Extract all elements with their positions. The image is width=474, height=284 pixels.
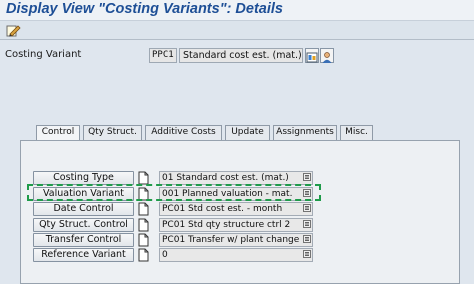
document-icon[interactable] bbox=[138, 171, 149, 185]
reference-variant-button[interactable]: Reference Variant bbox=[33, 248, 134, 262]
field-row-date-control: Date Control PC01 Std cost est. - month bbox=[21, 202, 461, 216]
dropdown-help-icon[interactable] bbox=[303, 189, 311, 197]
tab-update[interactable]: Update bbox=[225, 125, 270, 140]
field-row-qty-struct-control: Qty Struct. Control PC01 Std qty structu… bbox=[21, 218, 461, 232]
display-object-button[interactable] bbox=[305, 48, 319, 63]
tab-misc[interactable]: Misc. bbox=[340, 125, 373, 140]
display-icon bbox=[306, 52, 318, 63]
application-toolbar bbox=[0, 20, 474, 40]
reference-variant-value: 0 bbox=[162, 250, 168, 260]
transfer-control-button[interactable]: Transfer Control bbox=[33, 233, 134, 247]
title-bar: Display View "Costing Variants": Details bbox=[0, 0, 474, 20]
transfer-control-value: PC01 Transfer w/ plant change bbox=[162, 235, 300, 245]
costing-variant-row: Costing Variant PPC1 Standard cost est. … bbox=[0, 48, 474, 64]
display-change-icon[interactable] bbox=[6, 23, 21, 38]
field-row-reference-variant: Reference Variant 0 bbox=[21, 248, 461, 262]
date-control-field[interactable]: PC01 Std cost est. - month bbox=[159, 202, 313, 216]
tab-control[interactable]: Control bbox=[36, 125, 80, 141]
costing-type-field[interactable]: 01 Standard cost est. (mat.) bbox=[159, 171, 313, 185]
dropdown-help-icon[interactable] bbox=[303, 235, 311, 243]
qty-struct-control-field[interactable]: PC01 Std qty structure ctrl 2 bbox=[159, 218, 313, 232]
document-icon[interactable] bbox=[138, 248, 149, 262]
costing-type-value: 01 Standard cost est. (mat.) bbox=[162, 173, 289, 183]
valuation-variant-button[interactable]: Valuation Variant bbox=[33, 187, 134, 201]
valuation-variant-field[interactable]: 001 Planned valuation - mat. bbox=[159, 187, 313, 201]
field-row-costing-type: Costing Type 01 Standard cost est. (mat.… bbox=[21, 171, 461, 185]
user-info-button[interactable] bbox=[320, 48, 334, 63]
dropdown-help-icon[interactable] bbox=[303, 173, 311, 181]
dropdown-help-icon[interactable] bbox=[303, 220, 311, 228]
dropdown-help-icon[interactable] bbox=[303, 250, 311, 258]
costing-variant-description-field: Standard cost est. (mat.) bbox=[179, 48, 303, 63]
field-row-valuation-variant: Valuation Variant 001 Planned valuation … bbox=[21, 187, 461, 201]
qty-struct-control-button[interactable]: Qty Struct. Control bbox=[33, 218, 134, 232]
valuation-variant-value: 001 Planned valuation - mat. bbox=[162, 189, 293, 199]
document-icon[interactable] bbox=[138, 202, 149, 216]
qty-struct-control-value: PC01 Std qty structure ctrl 2 bbox=[162, 220, 291, 230]
date-control-button[interactable]: Date Control bbox=[33, 202, 134, 216]
document-icon[interactable] bbox=[138, 187, 149, 201]
tab-qty-struct[interactable]: Qty Struct. bbox=[83, 125, 142, 140]
costing-type-button[interactable]: Costing Type bbox=[33, 171, 134, 185]
reference-variant-field[interactable]: 0 bbox=[159, 248, 313, 262]
tab-additive-costs[interactable]: Additive Costs bbox=[145, 125, 222, 140]
costing-variant-label: Costing Variant bbox=[5, 49, 82, 60]
document-icon[interactable] bbox=[138, 218, 149, 232]
dropdown-help-icon[interactable] bbox=[303, 204, 311, 212]
costing-variant-code-field[interactable]: PPC1 bbox=[149, 48, 177, 63]
tab-assignments[interactable]: Assignments bbox=[273, 125, 337, 140]
transfer-control-field[interactable]: PC01 Transfer w/ plant change bbox=[159, 233, 313, 247]
document-icon[interactable] bbox=[138, 233, 149, 247]
window-title: Display View "Costing Variants": Details bbox=[6, 1, 283, 17]
field-row-transfer-control: Transfer Control PC01 Transfer w/ plant … bbox=[21, 233, 461, 247]
control-tab-panel: Costing Type 01 Standard cost est. (mat.… bbox=[20, 140, 460, 284]
person-icon bbox=[322, 52, 332, 63]
date-control-value: PC01 Std cost est. - month bbox=[162, 204, 283, 214]
